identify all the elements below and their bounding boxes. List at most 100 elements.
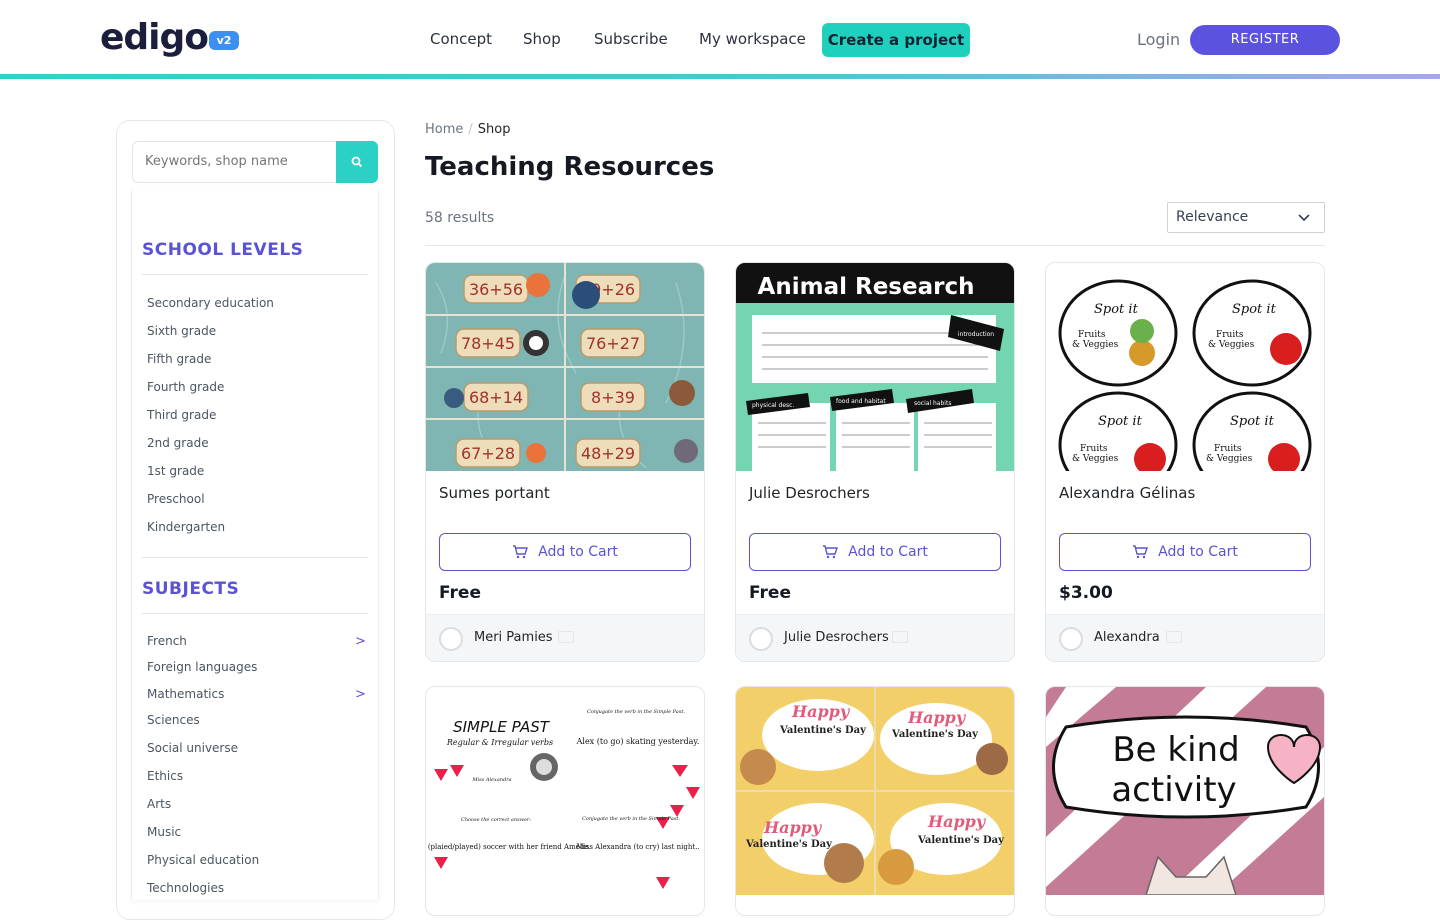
product-thumbnail[interactable]: SIMPLE PAST Regular & Irregular verbs Mi…: [426, 687, 704, 895]
filter-social-universe[interactable]: Social universe: [147, 741, 238, 755]
thumb-title: Animal Research: [758, 274, 975, 300]
nav-concept[interactable]: Concept: [430, 30, 492, 48]
nav-shop[interactable]: Shop: [523, 30, 561, 48]
expand-french-icon[interactable]: >: [355, 634, 366, 649]
nav-subscribe[interactable]: Subscribe: [594, 30, 668, 48]
sort-value: Relevance: [1176, 209, 1249, 225]
filter-preschool[interactable]: Preschool: [147, 492, 205, 506]
filter-music[interactable]: Music: [147, 825, 181, 839]
sort-select[interactable]: Relevance: [1167, 202, 1325, 233]
product-thumbnail[interactable]: Be kind activity: [1046, 687, 1324, 895]
thumb-label: & Veggies: [1072, 340, 1119, 350]
breadcrumb: Home / Shop: [425, 122, 510, 137]
create-project-button[interactable]: Create a project: [822, 23, 970, 57]
add-to-cart-button[interactable]: Add to Cart: [1059, 533, 1311, 571]
thumb-prompt: Conjugate the verb in the Simple Past.: [582, 816, 680, 822]
login-link[interactable]: Login: [1137, 30, 1180, 49]
filter-2nd-grade[interactable]: 2nd grade: [147, 436, 209, 450]
add-to-cart-button[interactable]: Add to Cart: [439, 533, 691, 571]
product-thumbnail[interactable]: Animal Research introduction physical de…: [736, 263, 1014, 471]
add-to-cart-label: Add to Cart: [538, 544, 618, 560]
author-name[interactable]: Alexandra: [1094, 630, 1160, 645]
thumb-title: Be kind: [1112, 730, 1239, 770]
thumb-prompt: Conjugate the verb in the Simple Past.: [587, 709, 685, 715]
product-title[interactable]: Sumes portant: [439, 484, 550, 502]
thumb-label: & Veggies: [1206, 454, 1253, 464]
thumb-word: Valentine's Day: [745, 839, 833, 850]
thumb-equation: 48+29: [581, 444, 635, 463]
filter-secondary-education[interactable]: Secondary education: [147, 296, 274, 310]
product-card[interactable]: 36+56 89+26 78+45 76+27 68+14 8+39 67+28…: [425, 262, 705, 662]
add-to-cart-button[interactable]: Add to Cart: [749, 533, 1001, 571]
thumb-equation: 67+28: [461, 444, 515, 463]
thumb-label: Spot it: [1094, 302, 1139, 317]
thumb-equation: 36+56: [469, 280, 523, 299]
filter-mathematics[interactable]: Mathematics: [147, 687, 224, 701]
product-card[interactable]: Animal Research introduction physical de…: [735, 262, 1015, 662]
thumb-tab: food and habitat: [836, 398, 886, 405]
shop-icon[interactable]: [1166, 631, 1182, 643]
shop-icon[interactable]: [892, 631, 908, 643]
shop-icon[interactable]: [558, 631, 574, 643]
card-footer: Julie Desrochers: [736, 614, 1014, 661]
divider: [142, 557, 368, 558]
thumb-label: Spot it: [1232, 302, 1277, 317]
thumb-label: Spot it: [1098, 414, 1143, 429]
filter-foreign-languages[interactable]: Foreign languages: [147, 660, 257, 674]
search-input[interactable]: [145, 154, 325, 169]
product-card[interactable]: SIMPLE PAST Regular & Irregular verbs Mi…: [425, 686, 705, 916]
author-name[interactable]: Meri Pamies: [474, 630, 553, 645]
thumb-signature: Miss Alexandra: [471, 777, 511, 783]
filter-sixth-grade[interactable]: Sixth grade: [147, 324, 216, 338]
version-badge: v2: [209, 31, 239, 50]
school-levels-title: SCHOOL LEVELS: [142, 240, 304, 260]
product-card[interactable]: Be kind activity: [1045, 686, 1325, 916]
avatar[interactable]: [749, 627, 773, 651]
register-button[interactable]: REGISTER: [1190, 25, 1340, 55]
thumb-equation: 8+39: [591, 388, 635, 407]
expand-mathematics-icon[interactable]: >: [355, 687, 366, 702]
thumb-equation: 68+14: [469, 388, 523, 407]
filter-fifth-grade[interactable]: Fifth grade: [147, 352, 211, 366]
filter-physical-education[interactable]: Physical education: [147, 853, 259, 867]
product-thumbnail[interactable]: Happy Happy Happy Happy Valentine's Day Val…: [736, 687, 1014, 895]
add-to-cart-label: Add to Cart: [848, 544, 928, 560]
product-thumbnail[interactable]: 36+56 89+26 78+45 76+27 68+14 8+39 67+28…: [426, 263, 704, 471]
avatar[interactable]: [1059, 627, 1083, 651]
card-footer: Meri Pamies: [426, 614, 704, 661]
thumb-tab: physical desc.: [752, 402, 794, 409]
breadcrumb-home[interactable]: Home: [425, 122, 463, 137]
product-title[interactable]: Julie Desrochers: [749, 484, 870, 502]
filter-ethics[interactable]: Ethics: [147, 769, 183, 783]
product-title[interactable]: Alexandra Gélinas: [1059, 484, 1195, 502]
product-thumbnail[interactable]: Spot it Spot it Spot it Spot it Fruits& …: [1046, 263, 1324, 471]
author-name[interactable]: Julie Desrochers: [784, 630, 889, 645]
filter-kindergarten[interactable]: Kindergarten: [147, 520, 225, 534]
filter-arts[interactable]: Arts: [147, 797, 171, 811]
filter-third-grade[interactable]: Third grade: [147, 408, 216, 422]
cart-icon: [513, 545, 529, 559]
thumb-tab: social habits: [914, 400, 951, 407]
logo[interactable]: edigo: [100, 18, 209, 58]
cart-icon: [1133, 545, 1149, 559]
avatar[interactable]: [439, 627, 463, 651]
thumb-label: Fruits: [1214, 444, 1242, 454]
product-card[interactable]: Happy Happy Happy Happy Valentine's Day Val…: [735, 686, 1015, 916]
thumb-word: Valentine's Day: [779, 725, 867, 736]
filter-fourth-grade[interactable]: Fourth grade: [147, 380, 224, 394]
search-button[interactable]: [336, 141, 378, 183]
nav-my-workspace[interactable]: My workspace: [699, 30, 806, 48]
chevron-down-icon: [1298, 214, 1310, 222]
thumb-word: Happy: [791, 702, 851, 721]
thumb-sentence: Maddy (plaied/played) soccer with her fr…: [426, 843, 591, 851]
thumb-label: Fruits: [1216, 330, 1244, 340]
divider: [425, 245, 1325, 246]
thumb-title: activity: [1111, 770, 1236, 810]
filter-sciences[interactable]: Sciences: [147, 713, 200, 727]
filter-technologies[interactable]: Technologies: [147, 881, 224, 895]
product-card[interactable]: Spot it Spot it Spot it Spot it Fruits & …: [1045, 262, 1325, 662]
filter-french[interactable]: French: [147, 634, 187, 648]
thumb-word: Happy: [763, 818, 823, 837]
filter-1st-grade[interactable]: 1st grade: [147, 464, 204, 478]
divider: [142, 613, 368, 614]
